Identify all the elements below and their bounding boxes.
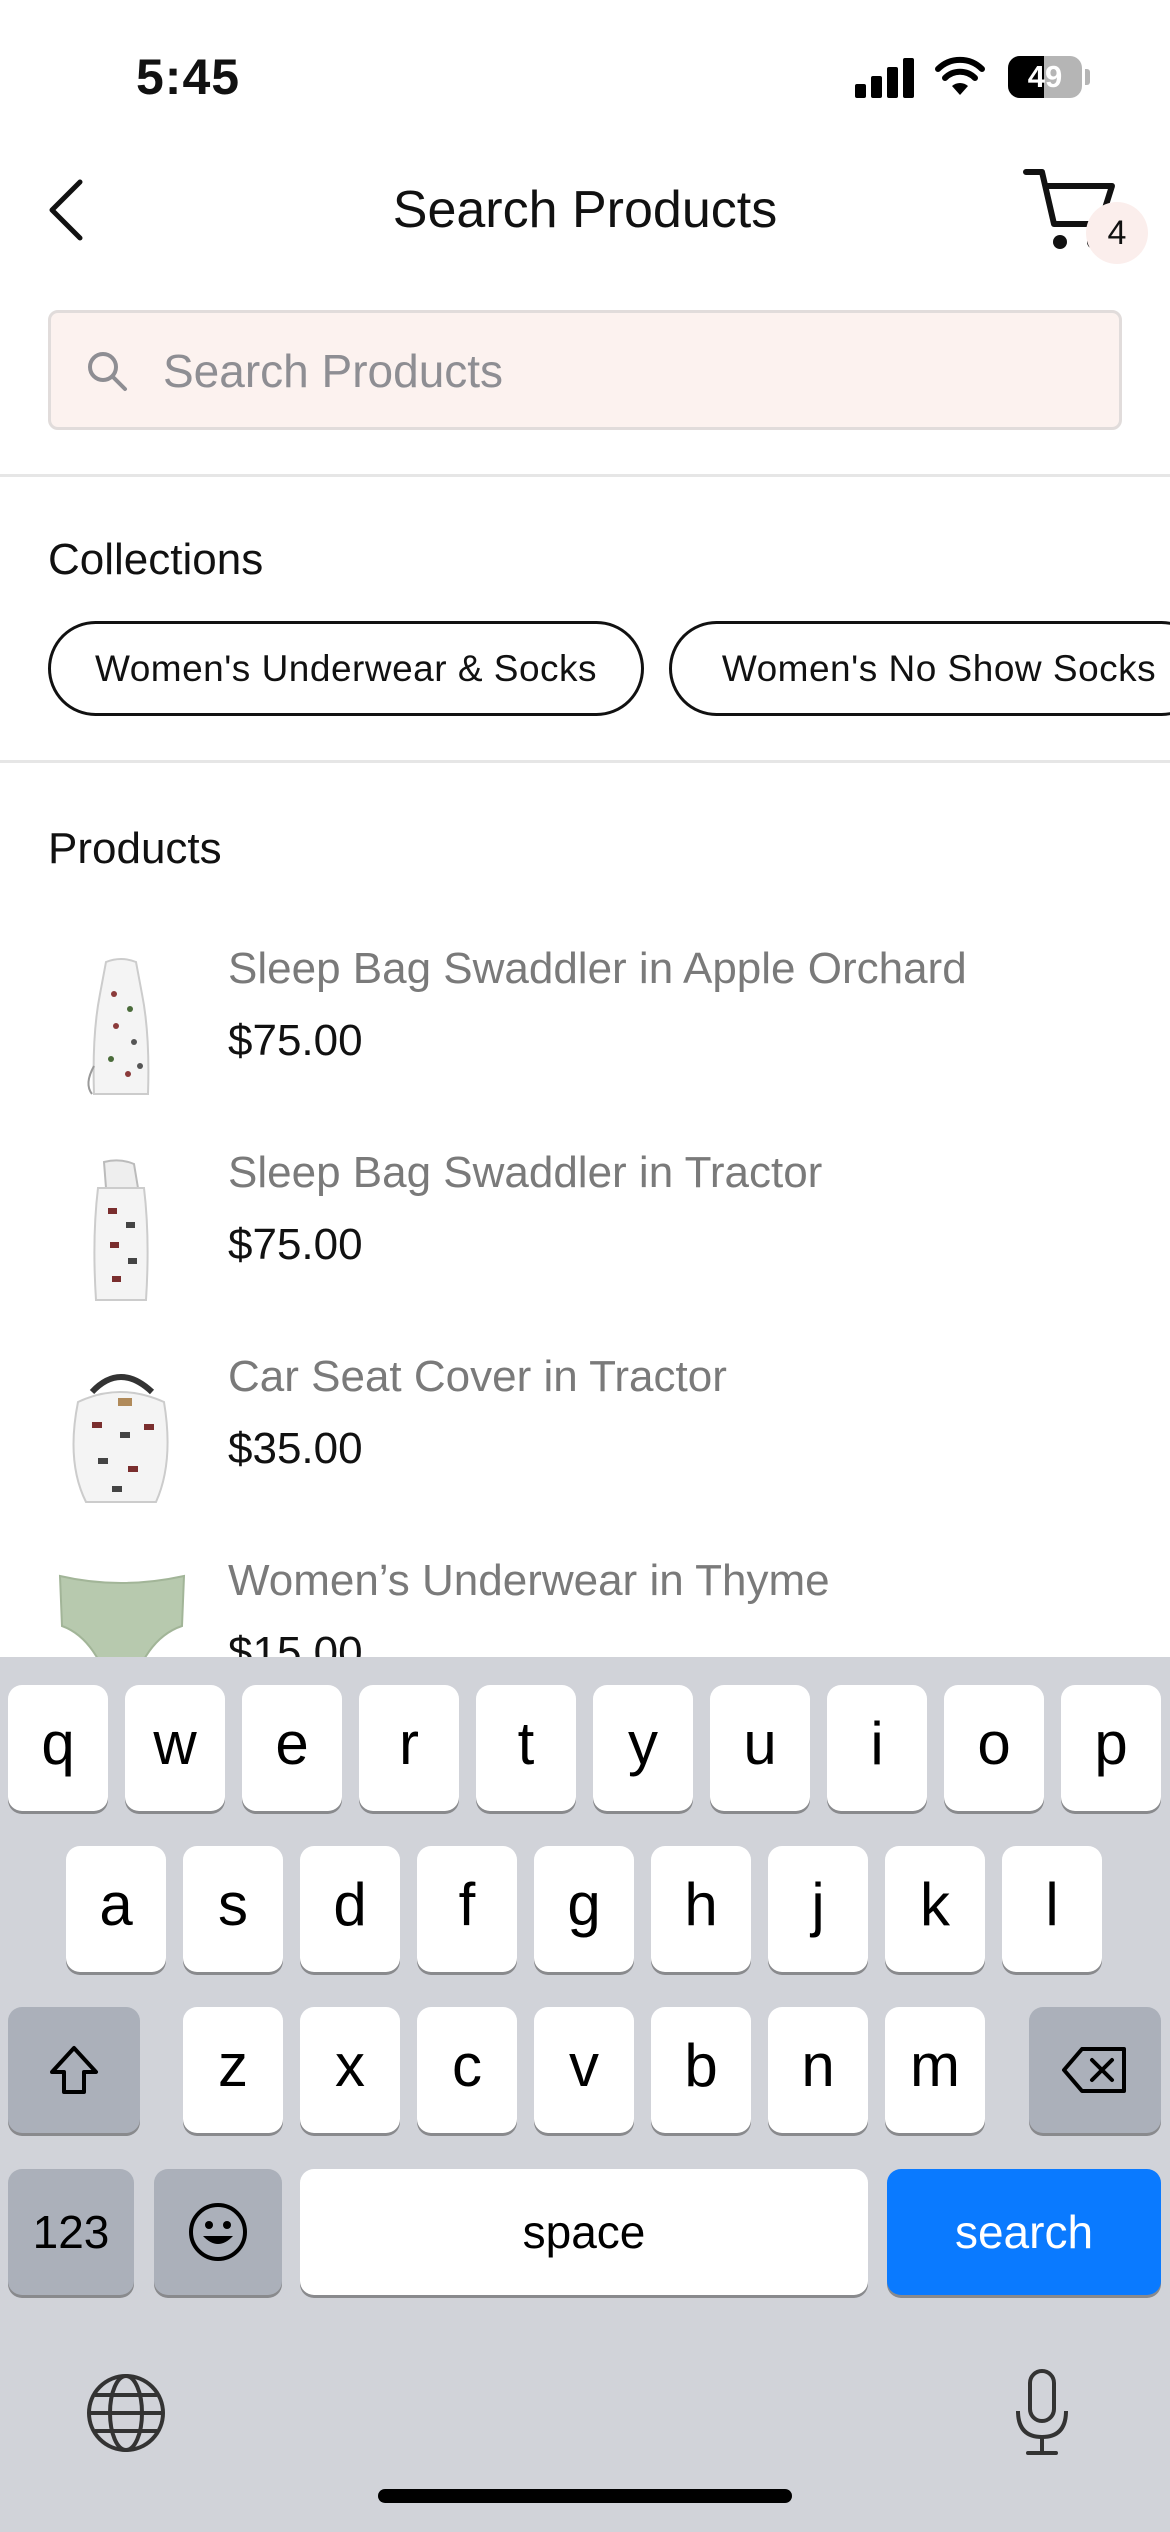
cart-count-badge: 4 — [1086, 202, 1148, 264]
space-key[interactable]: space — [300, 2169, 868, 2295]
key-m[interactable]: m — [885, 2007, 985, 2133]
key-f[interactable]: f — [417, 1846, 517, 1972]
key-d[interactable]: d — [300, 1846, 400, 1972]
product-item[interactable]: Car Seat Cover in Tractor $35.00 — [0, 1352, 1170, 1552]
emoji-key[interactable] — [154, 2169, 282, 2295]
key-p[interactable]: p — [1061, 1685, 1161, 1811]
product-price: $75.00 — [228, 1220, 363, 1269]
microphone-icon[interactable] — [1010, 2365, 1074, 2461]
backspace-icon — [1062, 2047, 1126, 2093]
cellular-signal-icon — [855, 58, 915, 98]
product-price: $75.00 — [228, 1016, 363, 1065]
battery-icon: 49 — [1008, 56, 1090, 98]
numbers-key[interactable]: 123 — [8, 2169, 134, 2295]
key-g[interactable]: g — [534, 1846, 634, 1972]
search-input[interactable] — [163, 333, 1093, 409]
status-bar: 5:45 49 — [0, 0, 1170, 150]
back-button[interactable] — [38, 170, 108, 250]
collection-chip[interactable]: Women's Underwear & Socks — [48, 621, 644, 716]
key-i[interactable]: i — [827, 1685, 927, 1811]
status-time: 5:45 — [136, 49, 241, 105]
key-b[interactable]: b — [651, 2007, 751, 2133]
key-t[interactable]: t — [476, 1685, 576, 1811]
search-bar[interactable] — [48, 310, 1122, 430]
wifi-icon — [935, 56, 985, 95]
key-r[interactable]: r — [359, 1685, 459, 1811]
product-price: $35.00 — [228, 1424, 363, 1473]
collections-title: Collections — [48, 535, 264, 584]
product-thumbnail — [72, 1374, 169, 1503]
key-o[interactable]: o — [944, 1685, 1044, 1811]
product-item[interactable]: Sleep Bag Swaddler in Apple Orchard $75.… — [0, 944, 1170, 1144]
collection-chip[interactable]: Women's No Show Socks — [669, 621, 1170, 716]
key-q[interactable]: q — [8, 1685, 108, 1811]
product-name: Sleep Bag Swaddler in Apple Orchard — [228, 944, 967, 993]
keyboard: q w e r t y u i o p a s d f g h j k l z … — [0, 1657, 1170, 2532]
shift-key[interactable] — [8, 2007, 140, 2133]
search-products-screen: 5:45 49 Search Products 4 Search Product… — [0, 0, 1170, 2532]
key-y[interactable]: y — [593, 1685, 693, 1811]
product-thumbnail — [93, 1159, 149, 1301]
divider — [0, 760, 1170, 763]
key-v[interactable]: v — [534, 2007, 634, 2133]
emoji-icon — [189, 2203, 247, 2261]
home-indicator — [378, 2489, 792, 2503]
key-l[interactable]: l — [1002, 1846, 1102, 1972]
key-e[interactable]: e — [242, 1685, 342, 1811]
product-thumbnail — [87, 958, 150, 1095]
shift-icon — [50, 2046, 98, 2094]
delete-key[interactable] — [1029, 2007, 1161, 2133]
key-n[interactable]: n — [768, 2007, 868, 2133]
globe-icon[interactable] — [84, 2371, 168, 2455]
key-k[interactable]: k — [885, 1846, 985, 1972]
product-name: Car Seat Cover in Tractor — [228, 1352, 727, 1401]
key-j[interactable]: j — [768, 1846, 868, 1972]
search-icon — [88, 352, 127, 391]
key-z[interactable]: z — [183, 2007, 283, 2133]
battery-level: 49 — [1027, 59, 1063, 94]
product-name: Women’s Underwear in Thyme — [228, 1556, 830, 1605]
key-x[interactable]: x — [300, 2007, 400, 2133]
key-s[interactable]: s — [183, 1846, 283, 1972]
header: Search Products 4 — [0, 150, 1170, 270]
product-name: Sleep Bag Swaddler in Tractor — [228, 1148, 823, 1197]
key-a[interactable]: a — [66, 1846, 166, 1972]
key-w[interactable]: w — [125, 1685, 225, 1811]
key-u[interactable]: u — [710, 1685, 810, 1811]
divider — [0, 474, 1170, 477]
key-c[interactable]: c — [417, 2007, 517, 2133]
page-title: Search Products — [392, 181, 778, 239]
chevron-left-icon — [49, 179, 83, 241]
key-h[interactable]: h — [651, 1846, 751, 1972]
products-title: Products — [48, 824, 222, 873]
search-key[interactable]: search — [887, 2169, 1161, 2295]
product-item[interactable]: Sleep Bag Swaddler in Tractor $75.00 — [0, 1148, 1170, 1348]
